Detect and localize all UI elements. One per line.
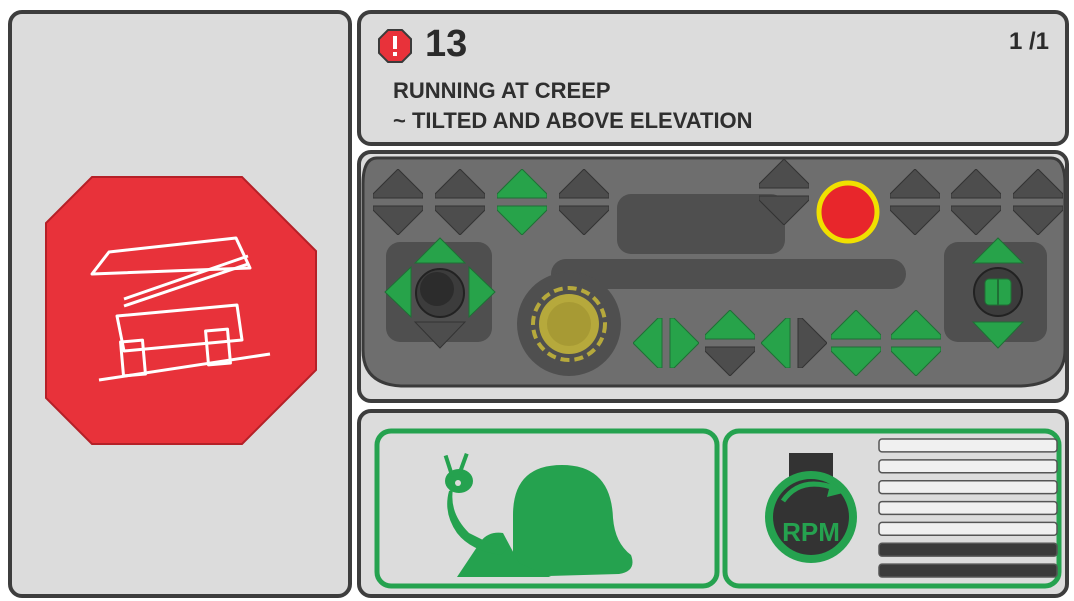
stop-indicator-light [816,180,880,244]
control-console [361,156,1065,388]
status-panel: RPM [357,409,1069,598]
rpm-level-bar [878,500,1058,516]
status-indicators: RPM [374,428,1062,589]
display-slot [617,194,785,254]
rpm-level-bar [878,542,1058,557]
alarm-code: 13 [425,23,468,65]
rpm-level-meter [878,438,1058,578]
tilted-machine-stop-icon [45,176,317,445]
rpm-level-bar [878,563,1058,578]
slider-slot [551,259,906,289]
alarm-panel: 13 1 /1 RUNNING AT CREEP ~ TILTED AND AB… [357,10,1069,146]
rpm-level-bar [878,438,1058,453]
alarm-message-detail: ~ TILTED AND ABOVE ELEVATION [393,108,753,133]
rpm-level-bar [878,479,1058,495]
alarm-stop-icon [378,29,412,63]
warning-panel [8,10,352,598]
controls-panel [357,150,1069,403]
rpm-level-bar [878,521,1058,537]
page-counter[interactable]: 1 /1 [1009,28,1049,56]
rpm-label: RPM [782,517,840,547]
speed-dial-knob[interactable] [531,286,607,362]
alarm-message-title: RUNNING AT CREEP [393,78,611,103]
rpm-level-bar [878,459,1058,474]
snail-eye [455,480,461,486]
